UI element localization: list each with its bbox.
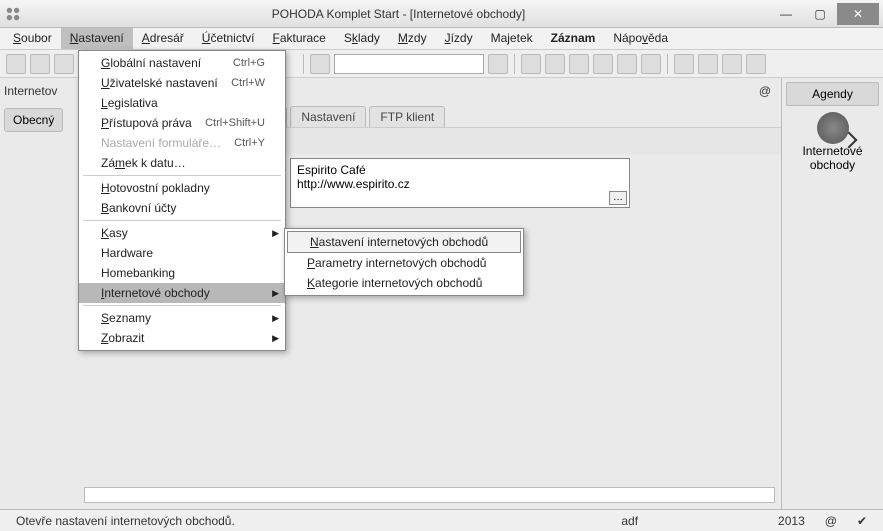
toolbar-button[interactable] [746, 54, 766, 74]
toolbar-button[interactable] [698, 54, 718, 74]
minimize-button[interactable]: — [769, 3, 803, 25]
menu-soubor[interactable]: Soubor [4, 28, 61, 49]
toolbar-button[interactable] [674, 54, 694, 74]
status-text: Otevře nastavení internetových obchodů. [6, 514, 245, 528]
chevron-right-icon: ▶ [272, 228, 279, 239]
menu-separator [83, 305, 281, 306]
toolbar-button[interactable] [310, 54, 330, 74]
submenu-item-parametry[interactable]: Parametry internetových obchodů [285, 253, 523, 273]
menu-nastaveni[interactable]: Nastavení [61, 28, 133, 49]
submenu-internetove-obchody: Nastavení internetových obchodů Parametr… [284, 228, 524, 296]
menu-mzdy[interactable]: Mzdy [389, 28, 436, 49]
menu-item-bankovni-ucty[interactable]: Bankovní účty [79, 198, 285, 218]
window-title: POHODA Komplet Start - [Internetové obch… [28, 7, 769, 21]
toolbar-button[interactable] [6, 54, 26, 74]
toolbar-button[interactable] [569, 54, 589, 74]
status-user: adf [611, 514, 648, 528]
toolbar-button[interactable] [54, 54, 74, 74]
menu-item-legislativa[interactable]: Legislativa [79, 93, 285, 113]
toolbar-button[interactable] [641, 54, 661, 74]
tab-nastaveni[interactable]: Nastavení [290, 106, 366, 127]
left-label: Internetov [0, 78, 78, 104]
toolbar-button[interactable] [545, 54, 565, 74]
menu-separator [83, 220, 281, 221]
lower-grid[interactable] [84, 487, 775, 503]
menu-zaznam[interactable]: Záznam [542, 28, 605, 49]
status-check-icon: ✔ [847, 514, 877, 528]
left-chip-obecny[interactable]: Obecný [4, 108, 63, 132]
menu-separator [83, 175, 281, 176]
chevron-right-icon: ▶ [272, 333, 279, 344]
menu-item-seznamy[interactable]: Seznamy▶ [79, 308, 285, 328]
chevron-right-icon: ▶ [272, 313, 279, 324]
menu-item-hardware[interactable]: Hardware [79, 243, 285, 263]
menu-item-zamek-k-datu[interactable]: Zámek k datu… [79, 153, 285, 173]
left-sidebar: Internetov Obecný [0, 78, 78, 509]
dropdown-nastaveni: Globální nastaveníCtrl+G Uživatelské nas… [78, 50, 286, 351]
menu-fakturace[interactable]: Fakturace [263, 28, 334, 49]
submenu-item-nastaveni[interactable]: Nastavení internetových obchodů [287, 231, 521, 253]
agendy-header: Agendy [786, 82, 879, 106]
status-year: 2013 [768, 514, 815, 528]
submenu-item-kategorie[interactable]: Kategorie internetových obchodů [285, 273, 523, 293]
menu-bar: Soubor Nastavení Adresář Účetnictví Fakt… [0, 28, 883, 50]
menu-item-globalni-nastaveni[interactable]: Globální nastaveníCtrl+G [79, 53, 285, 73]
menu-ucetnictvi[interactable]: Účetnictví [193, 28, 264, 49]
menu-jizdy[interactable]: Jízdy [436, 28, 482, 49]
toolbar-combo[interactable] [334, 54, 484, 74]
menu-item-pristupova-prava[interactable]: Přístupová právaCtrl+Shift+U [79, 113, 285, 133]
title-bar: POHODA Komplet Start - [Internetové obch… [0, 0, 883, 28]
toolbar-separator [303, 54, 304, 74]
menu-item-uzivatelske-nastaveni[interactable]: Uživatelské nastaveníCtrl+W [79, 73, 285, 93]
menu-adresar[interactable]: Adresář [133, 28, 193, 49]
toolbar-button[interactable] [617, 54, 637, 74]
at-symbol: @ [759, 84, 771, 98]
agenda-label-1: Internetové [782, 144, 883, 158]
menu-item-hotovostni-pokladny[interactable]: Hotovostní pokladny [79, 178, 285, 198]
toolbar-separator [667, 54, 668, 74]
menu-item-nastaveni-formulare: Nastavení formuláře…Ctrl+Y [79, 133, 285, 153]
status-at: @ [815, 514, 847, 528]
toolbar-button[interactable] [30, 54, 50, 74]
app-icon [4, 5, 22, 23]
menu-item-kasy[interactable]: Kasy▶ [79, 223, 285, 243]
filter-icon[interactable] [488, 54, 508, 74]
maximize-button[interactable]: ▢ [803, 3, 837, 25]
folder-icon[interactable] [521, 54, 541, 74]
value-line2: http://www.espirito.cz [297, 177, 623, 191]
toolbar-button[interactable] [593, 54, 613, 74]
ellipsis-button[interactable]: … [609, 191, 627, 205]
tab-ftp-klient[interactable]: FTP klient [369, 106, 445, 127]
toolbar-separator [514, 54, 515, 74]
menu-majetek[interactable]: Majetek [482, 28, 542, 49]
field-value-obchodu[interactable]: Espirito Café http://www.espirito.cz … [290, 158, 630, 208]
close-button[interactable]: ✕ [837, 3, 879, 25]
right-panel: Agendy Internetové obchody [781, 78, 883, 509]
agenda-item-internetove-obchody[interactable]: Internetové obchody [782, 112, 883, 172]
globe-icon [817, 112, 849, 144]
agenda-label-2: obchody [782, 158, 883, 172]
status-bar: Otevře nastavení internetových obchodů. … [0, 509, 883, 531]
menu-sklady[interactable]: Sklady [335, 28, 389, 49]
value-line1: Espirito Café [297, 163, 623, 177]
chevron-right-icon: ▶ [272, 288, 279, 299]
toolbar-button[interactable] [722, 54, 742, 74]
menu-item-internetove-obchody[interactable]: Internetové obchody▶ [79, 283, 285, 303]
menu-item-homebanking[interactable]: Homebanking [79, 263, 285, 283]
menu-napoveda[interactable]: Nápověda [604, 28, 677, 49]
menu-item-zobrazit[interactable]: Zobrazit▶ [79, 328, 285, 348]
